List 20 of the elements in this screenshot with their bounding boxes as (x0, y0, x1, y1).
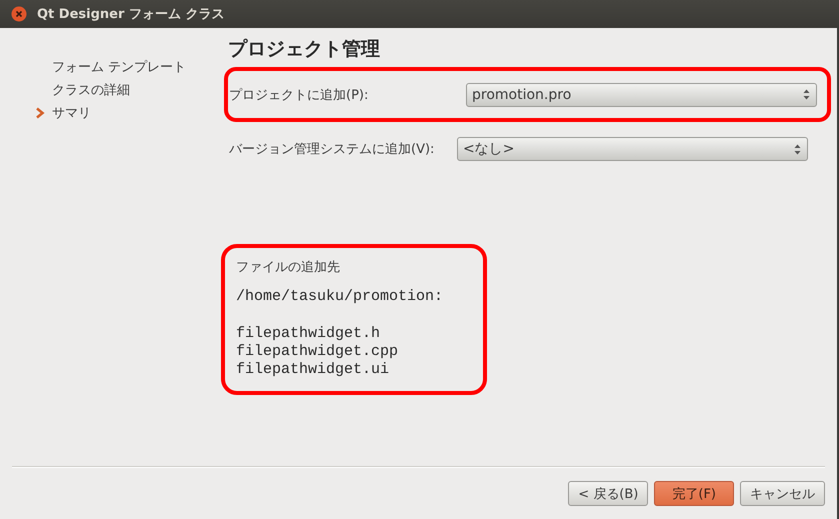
dialog-button[interactable]: 完了(F) (654, 481, 734, 506)
file-name: filepathwidget.ui (236, 361, 390, 379)
wizard-step: サマリ (52, 104, 91, 122)
directory-path: /home/tasuku/promotion: (236, 288, 444, 306)
spinner-arrows-icon (794, 144, 801, 154)
field-label: バージョン管理システムに追加(V): (229, 141, 434, 158)
file-name: filepathwidget.h (236, 325, 382, 343)
combo-box[interactable]: <なし> (457, 137, 808, 161)
window-title: Qt Designer フォーム クラス (37, 6, 224, 23)
dialog-button[interactable]: キャンセル (740, 481, 825, 506)
page-heading: プロジェクト管理 (228, 37, 381, 62)
dialog-button[interactable]: < 戻る(B) (568, 481, 648, 506)
field-label: プロジェクトに追加(P): (229, 86, 368, 104)
wizard-step: クラスの詳細 (52, 80, 130, 98)
summary-label: ファイルの追加先 (236, 259, 341, 276)
spinner-arrows-icon (803, 89, 810, 100)
file-name: filepathwidget.cpp (236, 343, 400, 361)
close-icon[interactable] (11, 6, 27, 22)
wizard-step: フォーム テンプレート (52, 58, 186, 76)
combo-box[interactable]: promotion.pro (466, 82, 817, 106)
